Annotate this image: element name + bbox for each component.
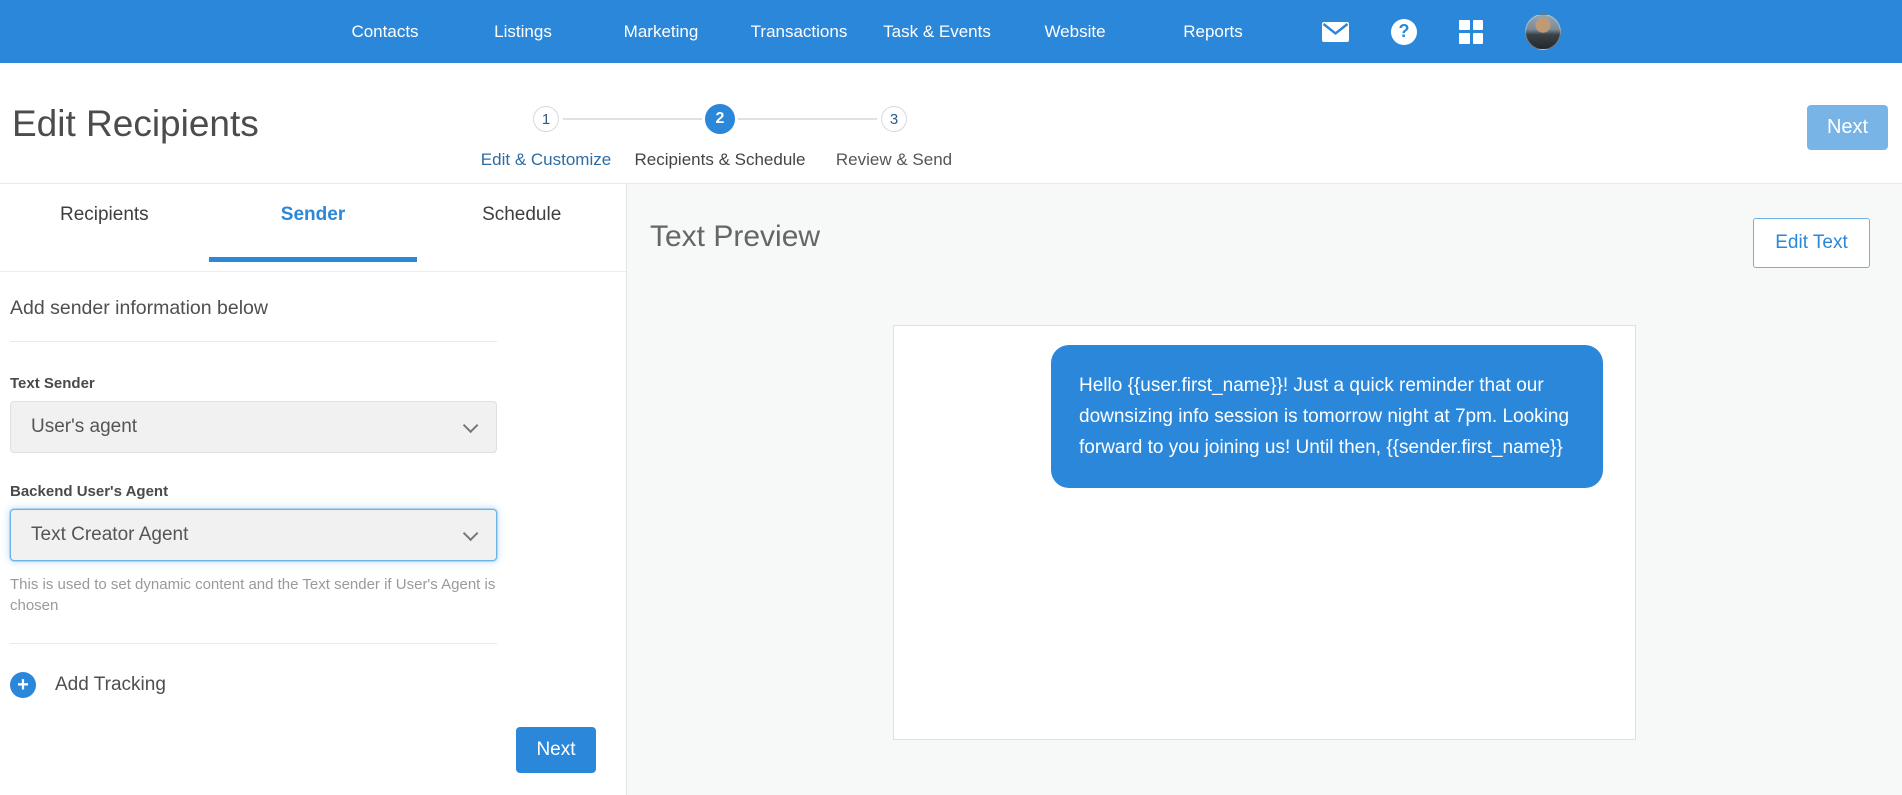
page-header: Edit Recipients 1 Edit & Customize 2 Rec… (0, 63, 1902, 183)
section-heading: Add sender information below (10, 297, 268, 319)
backend-agent-helper-text: This is used to set dynamic content and … (10, 576, 496, 614)
apps-grid-icon[interactable] (1459, 19, 1483, 44)
nav-item-task-events[interactable]: Task & Events (868, 22, 1006, 42)
backend-agent-label: Backend User's Agent (10, 483, 169, 500)
tab-schedule[interactable]: Schedule (417, 184, 626, 271)
tab-sender[interactable]: Sender (208, 184, 418, 271)
top-navigation-bar: Contacts Listings Marketing Transactions… (0, 0, 1902, 63)
text-preview-panel: Text Preview Edit Text Hello {{user.firs… (627, 184, 1902, 795)
next-button-top[interactable]: Next (1807, 105, 1888, 150)
nav-item-reports[interactable]: Reports (1144, 22, 1282, 42)
sidebar-tabs: Recipients Sender Schedule (0, 184, 626, 272)
help-icon[interactable]: ? (1391, 18, 1417, 45)
sms-message-bubble: Hello {{user.first_name}}! Just a quick … (1051, 345, 1603, 488)
add-tracking-button[interactable]: + Add Tracking (10, 672, 497, 698)
divider (10, 643, 497, 644)
step-edit-customize[interactable]: 1 Edit & Customize (459, 104, 633, 170)
wizard-stepper: 1 Edit & Customize 2 Recipients & Schedu… (459, 104, 981, 174)
nav-icon-group: ? (1322, 13, 1561, 50)
nav-item-listings[interactable]: Listings (454, 22, 592, 42)
nav-item-website[interactable]: Website (1006, 22, 1144, 42)
recipients-sidebar: Recipients Sender Schedule Add sender in… (0, 184, 627, 795)
user-avatar[interactable] (1525, 13, 1561, 50)
message-preview-card: Hello {{user.first_name}}! Just a quick … (893, 325, 1636, 740)
nav-item-contacts[interactable]: Contacts (316, 22, 454, 42)
step-3-circle: 3 (881, 106, 907, 132)
stepper-connector (563, 118, 702, 120)
chevron-down-icon (462, 525, 479, 541)
chevron-down-icon (462, 417, 479, 433)
divider (10, 341, 497, 342)
step-2-label: Recipients & Schedule (634, 150, 806, 169)
grid-square (1472, 19, 1483, 30)
next-button-sidebar[interactable]: Next (516, 727, 596, 773)
step-2-circle: 2 (705, 104, 735, 134)
grid-square (1472, 33, 1483, 44)
nav-item-marketing[interactable]: Marketing (592, 22, 730, 42)
page-title: Edit Recipients (12, 103, 259, 144)
step-1-label: Edit & Customize (480, 150, 612, 169)
mail-icon[interactable] (1322, 21, 1349, 42)
nav-item-transactions[interactable]: Transactions (730, 22, 868, 42)
main-content: Recipients Sender Schedule Add sender in… (0, 183, 1902, 795)
text-sender-value: User's agent (31, 416, 138, 437)
backend-agent-value: Text Creator Agent (31, 524, 189, 545)
text-sender-label: Text Sender (10, 375, 95, 392)
plus-circle-icon: + (10, 672, 36, 698)
preview-title: Text Preview (650, 220, 821, 253)
step-review-send[interactable]: 3 Review & Send (807, 104, 981, 170)
stepper-connector (738, 118, 877, 120)
edit-text-button[interactable]: Edit Text (1753, 218, 1870, 268)
text-sender-select[interactable]: User's agent (10, 401, 497, 453)
backend-agent-select[interactable]: Text Creator Agent (10, 509, 497, 561)
step-recipients-schedule[interactable]: 2 Recipients & Schedule (633, 104, 807, 170)
grid-square (1459, 33, 1470, 44)
step-1-circle: 1 (533, 106, 559, 132)
add-tracking-label: Add Tracking (55, 674, 166, 695)
step-3-label: Review & Send (835, 150, 953, 169)
grid-square (1459, 19, 1470, 30)
tab-recipients[interactable]: Recipients (0, 184, 209, 271)
